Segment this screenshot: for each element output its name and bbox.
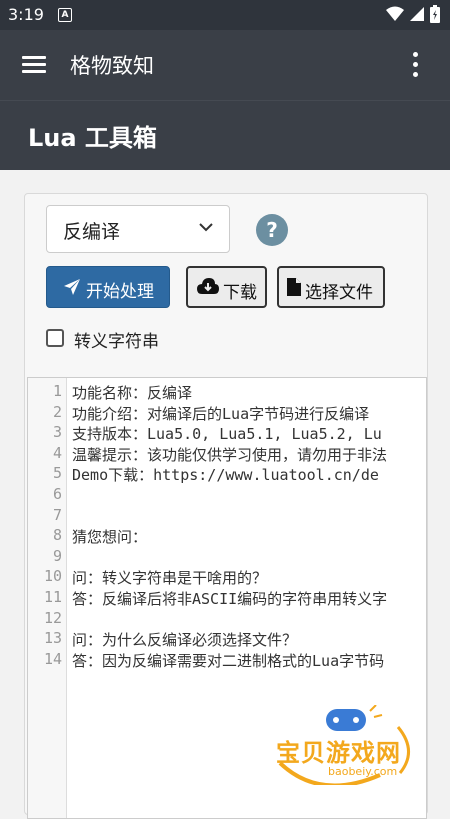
line-number: 3 bbox=[52, 423, 62, 442]
line-number: 1 bbox=[52, 382, 62, 400]
code-line: 问：转义字符串是干啥用的？ bbox=[72, 569, 268, 588]
line-number: 13 bbox=[43, 629, 62, 648]
checkbox-box[interactable] bbox=[46, 329, 64, 347]
start-process-button[interactable]: 开始处理 bbox=[46, 266, 170, 308]
page-header: Lua 工具箱 bbox=[0, 100, 450, 170]
mode-select[interactable]: 反编译 bbox=[46, 205, 230, 253]
app-title: 格物致知 bbox=[70, 54, 154, 78]
download-label: 下载 bbox=[223, 283, 257, 303]
code-line: 问：为什么反编译必须选择文件？ bbox=[72, 631, 298, 650]
line-number: 2 bbox=[52, 402, 62, 421]
chevron-down-icon bbox=[199, 223, 213, 232]
battery-icon bbox=[430, 5, 440, 23]
code-line: 答：反编译后将非ASCII编码的字符串用转义字 bbox=[72, 590, 388, 608]
mode-select-value: 反编译 bbox=[63, 221, 121, 243]
status-bar: 3:19 A bbox=[0, 0, 450, 30]
code-line: 猜您想问： bbox=[72, 528, 148, 547]
code-line: 功能名称：反编译 bbox=[72, 384, 193, 402]
paper-plane-icon bbox=[64, 279, 80, 295]
code-line: 功能介绍：对编译后的Lua字节码进行反编译 bbox=[72, 404, 370, 423]
line-number: 7 bbox=[52, 505, 62, 524]
watermark-text: 宝贝游戏网 bbox=[276, 739, 401, 767]
page-title: Lua 工具箱 bbox=[28, 124, 157, 152]
hamburger-menu-icon[interactable] bbox=[22, 55, 48, 75]
code-line: Demo下载：https://www.luatool.cn/de bbox=[72, 466, 379, 485]
line-number: 12 bbox=[43, 608, 62, 627]
notification-a-icon: A bbox=[58, 8, 72, 22]
more-options-icon[interactable] bbox=[405, 52, 425, 78]
signal-icon bbox=[410, 7, 424, 21]
line-number: 5 bbox=[52, 464, 62, 483]
select-file-button[interactable]: 选择文件 bbox=[277, 266, 385, 308]
line-number: 11 bbox=[43, 588, 62, 606]
cloud-download-icon bbox=[197, 278, 219, 294]
line-number: 6 bbox=[52, 485, 62, 503]
code-line: 答：因为反编译需要对二进制格式的Lua字节码 bbox=[72, 651, 385, 670]
line-number: 9 bbox=[52, 546, 62, 565]
help-button[interactable]: ? bbox=[256, 214, 288, 246]
line-number: 10 bbox=[43, 567, 62, 586]
status-time: 3:19 bbox=[8, 5, 44, 24]
download-button[interactable]: 下载 bbox=[186, 266, 267, 308]
start-process-label: 开始处理 bbox=[86, 282, 154, 302]
code-line: 支持版本：Lua5.0, Lua5.1, Lua5.2, Lu bbox=[72, 425, 382, 444]
wifi-icon bbox=[386, 6, 404, 21]
code-line: 温馨提示：该功能仅供学习使用，请勿用于非法 bbox=[72, 445, 388, 464]
select-file-label: 选择文件 bbox=[305, 283, 373, 303]
line-number: 14 bbox=[43, 649, 62, 668]
watermark-logo: 宝贝游戏网 baobeiy.com bbox=[270, 705, 430, 785]
line-number: 8 bbox=[52, 526, 62, 545]
watermark-url: baobeiy.com bbox=[328, 765, 398, 778]
escape-string-label: 转义字符串 bbox=[74, 332, 159, 352]
file-icon bbox=[287, 278, 301, 296]
line-number: 4 bbox=[52, 443, 62, 462]
app-bar: 格物致知 bbox=[0, 30, 450, 100]
